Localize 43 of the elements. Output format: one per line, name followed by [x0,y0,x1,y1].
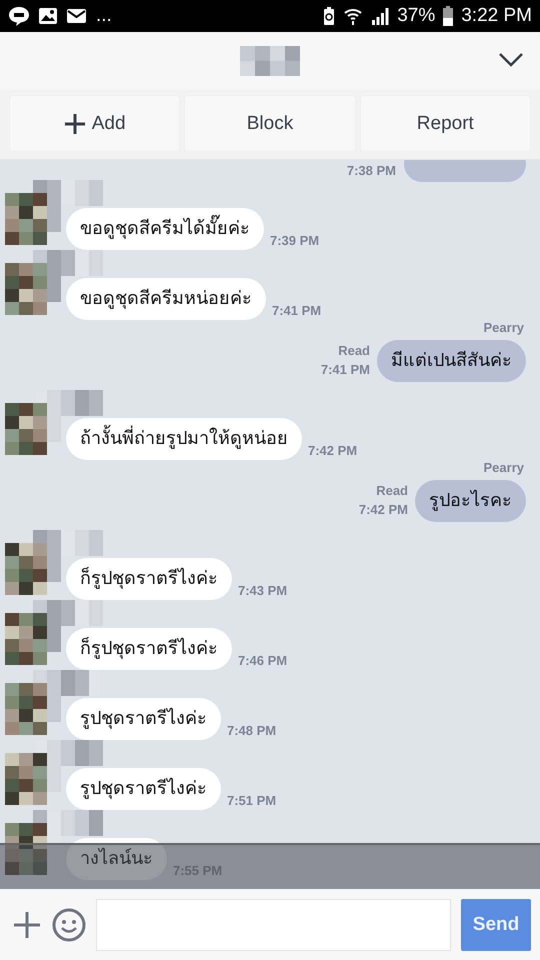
message-time: 7:42 PM [308,443,358,460]
message-time: 7:46 PM [238,653,288,670]
more-notifications: ... [96,5,112,27]
pixelated-title [240,46,300,76]
add-button[interactable]: Add [10,96,180,151]
message-time: 7:38 PM [346,163,396,180]
message-bubble: ขอดูชุดสีครีมได้มั๊ยค่ะ [66,208,264,250]
read-label: Read [376,483,408,500]
message-time: 7:42 PM [358,502,408,519]
message-time: 7:41 PM [272,303,322,320]
message-time: 7:39 PM [270,233,320,250]
message-bubble: ถ้างั้นพี่ถ่ายรูปมาให้ดูหน่อย [66,418,302,460]
message-bubble: างไลน์นะ [66,838,167,880]
message-bubble: ก็รูปชุดราตรีไงค่ะ [66,628,232,670]
message-bubble: ขอดูชุดสีครีมหน่อยค่ะ [66,278,266,320]
message-bubble: รูปชุดราตรีไงค่ะ [66,768,221,810]
read-label: Read [338,343,370,360]
battery-icon [443,6,454,26]
plus-icon [64,112,86,134]
message-time: 7:51 PM [227,793,276,810]
message-time: 7:48 PM [227,723,276,740]
message-bubble: รูปอะไรคะ [415,480,526,522]
action-button[interactable]: Block [185,96,355,151]
message-bubble: มีแต่เปนสีสันค่ะ [377,340,526,382]
message-bubble: รูปชุดราตรีไงค่ะ [66,698,221,740]
battery-percent: 37% [397,5,436,27]
clock: 3:22 PM [461,5,532,27]
image-icon [38,7,58,25]
message-bubble: ก็รูปชุดราตรีไงค่ะ [66,558,232,600]
chevron-down-icon[interactable] [498,52,524,68]
emoji-icon[interactable] [52,908,86,942]
message-time: 7:43 PM [238,583,288,600]
wifi-icon [343,6,364,26]
mail-icon [66,7,88,25]
battery-saver-icon [323,6,336,26]
signal-icon [371,7,390,25]
plus-icon[interactable] [12,910,42,940]
sender-name: Pearry [484,460,524,477]
message-input-field[interactable] [96,898,451,950]
chat-app-icon [8,6,30,26]
action-button[interactable]: Report [360,96,530,151]
message-time: 7:41 PM [320,362,370,379]
sender-name: Pearry [484,320,524,337]
